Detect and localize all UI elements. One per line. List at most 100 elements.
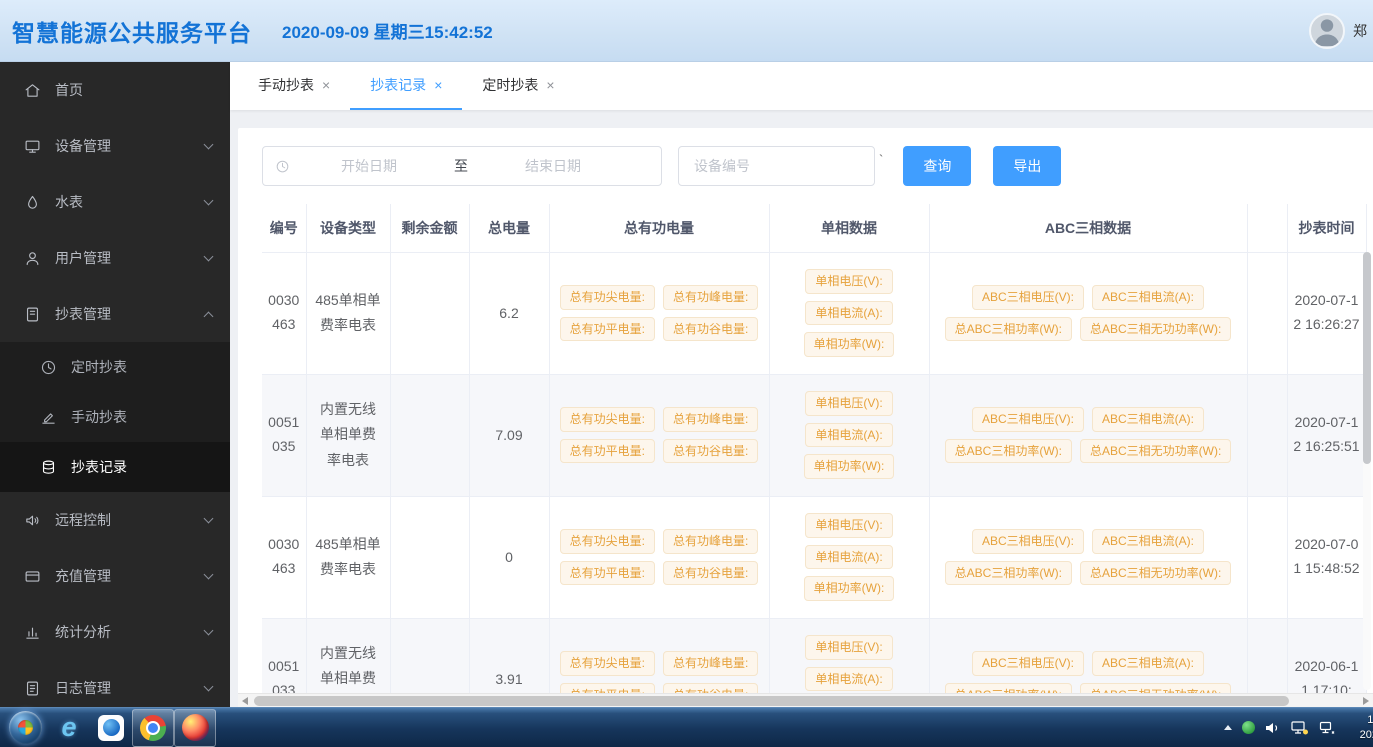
avatar[interactable]	[1309, 13, 1345, 49]
close-icon[interactable]: ×	[322, 77, 330, 93]
tag-valley-energy: 总有功谷电量:	[663, 317, 758, 341]
tag-single-voltage: 单相电压(V):	[805, 391, 892, 415]
clock-time: 15:42	[1349, 713, 1373, 728]
chevron-down-icon	[204, 140, 214, 150]
tag-single-current: 单相电流(A):	[805, 545, 892, 569]
tag-abc-reactive-power: 总ABC三相无功功率(W):	[1080, 317, 1231, 341]
device-id-input[interactable]	[678, 146, 875, 186]
show-hidden-icons-icon[interactable]	[1224, 725, 1232, 730]
vertical-scrollbar[interactable]	[1363, 252, 1371, 690]
system-tray: 15:42 2020/9/9	[1224, 708, 1373, 747]
cell-active-energy: 总有功尖电量: 总有功峰电量: 总有功平电量: 总有功谷电量:	[549, 618, 769, 693]
sidebar-item-scheduled-reading[interactable]: 定时抄表	[0, 342, 230, 392]
horizontal-scrollbar-thumb[interactable]	[254, 696, 1289, 706]
col-header-balance: 剩余金额	[390, 204, 469, 252]
home-icon	[24, 82, 41, 99]
close-icon[interactable]: ×	[546, 77, 554, 93]
cell-three-phase: ABC三相电压(V): ABC三相电流(A): 总ABC三相功率(W): 总AB…	[929, 252, 1247, 374]
tag-single-power: 单相功率(W):	[804, 454, 895, 478]
page-content: 至 ` 查询 导出	[230, 110, 1373, 707]
sidebar-item-label: 用户管理	[55, 248, 191, 268]
tag-valley-energy: 总有功谷电量:	[663, 561, 758, 585]
header-user-area: 郑	[1309, 13, 1373, 49]
sidebar-item-reading-records[interactable]: 抄表记录	[0, 442, 230, 492]
user-icon	[24, 250, 41, 267]
cell-three-phase: ABC三相电压(V): ABC三相电流(A): 总ABC三相功率(W): 总AB…	[929, 618, 1247, 693]
tag-peak-energy: 总有功峰电量:	[663, 285, 758, 309]
credit-card-icon	[24, 568, 41, 585]
browser-app-taskbar-icon[interactable]	[90, 709, 132, 747]
taskbar-clock[interactable]: 15:42 2020/9/9	[1349, 713, 1373, 743]
username[interactable]: 郑	[1353, 21, 1373, 41]
ie-taskbar-icon[interactable]: e	[48, 709, 90, 747]
water-drop-icon	[24, 194, 41, 211]
volume-icon[interactable]	[1265, 721, 1281, 735]
chrome-taskbar-icon[interactable]	[132, 709, 174, 747]
cell-active-energy: 总有功尖电量: 总有功峰电量: 总有功平电量: 总有功谷电量:	[549, 374, 769, 496]
start-button[interactable]	[9, 711, 42, 744]
cell-balance	[390, 374, 469, 496]
start-date-input[interactable]	[294, 158, 444, 174]
sidebar-item-home[interactable]: 首页	[0, 62, 230, 118]
sidebar-item-meter-mgmt[interactable]: 抄表管理	[0, 286, 230, 342]
app-title: 智慧能源公共服务平台	[12, 14, 252, 48]
tag-abc-reactive-power: 总ABC三相无功功率(W):	[1080, 561, 1231, 585]
network-icon[interactable]	[1291, 721, 1309, 735]
cell-single-phase: 单相电压(V): 单相电流(A): 单相功率(W):	[769, 252, 929, 374]
sidebar-item-label: 设备管理	[55, 136, 191, 156]
sidebar-item-manual-reading[interactable]: 手动抄表	[0, 392, 230, 442]
scroll-left-arrow-icon[interactable]	[242, 697, 248, 705]
tag-abc-power: 总ABC三相功率(W):	[945, 561, 1072, 585]
chevron-down-icon	[204, 196, 214, 206]
tab-scheduled-reading[interactable]: 定时抄表 ×	[462, 62, 574, 110]
end-date-input[interactable]	[478, 158, 628, 174]
tag-single-current: 单相电流(A):	[805, 423, 892, 447]
scroll-right-arrow-icon[interactable]	[1363, 697, 1369, 705]
export-button[interactable]: 导出	[993, 146, 1061, 186]
sidebar-item-user-mgmt[interactable]: 用户管理	[0, 230, 230, 286]
horizontal-scrollbar[interactable]	[238, 693, 1373, 707]
tag-sharp-energy: 总有功尖电量:	[560, 651, 655, 675]
network-status-icon[interactable]	[1319, 721, 1335, 735]
records-panel: 至 ` 查询 导出	[238, 128, 1373, 707]
vertical-scrollbar-thumb[interactable]	[1363, 252, 1371, 464]
col-header-read-time: 抄表时间	[1287, 204, 1366, 252]
col-header-single-phase: 单相数据	[769, 204, 929, 252]
cell-device-type: 485单相单费率电表	[306, 252, 390, 374]
chevron-down-icon	[204, 682, 214, 692]
media-app-taskbar-icon[interactable]	[174, 709, 216, 747]
cell-device-id: 0030463	[262, 496, 306, 618]
tag-abc-current: ABC三相电流(A):	[1092, 529, 1204, 553]
cell-balance	[390, 252, 469, 374]
date-range-picker[interactable]: 至	[262, 146, 662, 186]
tag-peak-energy: 总有功峰电量:	[663, 651, 758, 675]
tag-valley-energy: 总有功谷电量:	[663, 683, 758, 694]
tab-label: 手动抄表	[258, 75, 314, 95]
tag-single-voltage: 单相电压(V):	[805, 635, 892, 659]
sidebar-item-label: 抄表管理	[55, 304, 191, 324]
cell-read-time: 2020-06-11 17:10:	[1287, 618, 1366, 693]
tag-flat-energy: 总有功平电量:	[560, 683, 655, 694]
sidebar-item-water-meter[interactable]: 水表	[0, 174, 230, 230]
sidebar-item-statistics[interactable]: 统计分析	[0, 604, 230, 660]
sidebar-item-device-mgmt[interactable]: 设备管理	[0, 118, 230, 174]
tab-manual-reading[interactable]: 手动抄表 ×	[238, 62, 350, 110]
table-row: 0051033 内置无线单相单费率电表 3.91 总有功尖电量: 总有功峰电量:…	[262, 618, 1366, 693]
cell-spacer	[1247, 374, 1287, 496]
sidebar-item-label: 水表	[55, 192, 191, 212]
chevron-down-icon	[204, 570, 214, 580]
windows-taskbar: e 15:42 2020/9/9	[0, 707, 1373, 747]
query-button[interactable]: 查询	[903, 146, 971, 186]
antivirus-status-icon[interactable]	[1242, 721, 1255, 734]
close-icon[interactable]: ×	[434, 77, 442, 93]
bar-chart-icon	[24, 624, 41, 641]
tab-reading-records[interactable]: 抄表记录 ×	[350, 62, 462, 110]
tag-abc-voltage: ABC三相电压(V):	[972, 529, 1084, 553]
col-header-total-energy: 总电量	[469, 204, 549, 252]
top-header: 智慧能源公共服务平台 2020-09-09 星期三15:42:52 郑	[0, 0, 1373, 62]
current-datetime: 2020-09-09 星期三15:42:52	[282, 18, 493, 43]
cell-single-phase: 单相电压(V): 单相电流(A): 单相功率(W):	[769, 496, 929, 618]
cell-single-phase: 单相电压(V): 单相电流(A): 单相功率(W):	[769, 374, 929, 496]
sidebar-item-remote-control[interactable]: 远程控制	[0, 492, 230, 548]
sidebar-item-recharge-mgmt[interactable]: 充值管理	[0, 548, 230, 604]
